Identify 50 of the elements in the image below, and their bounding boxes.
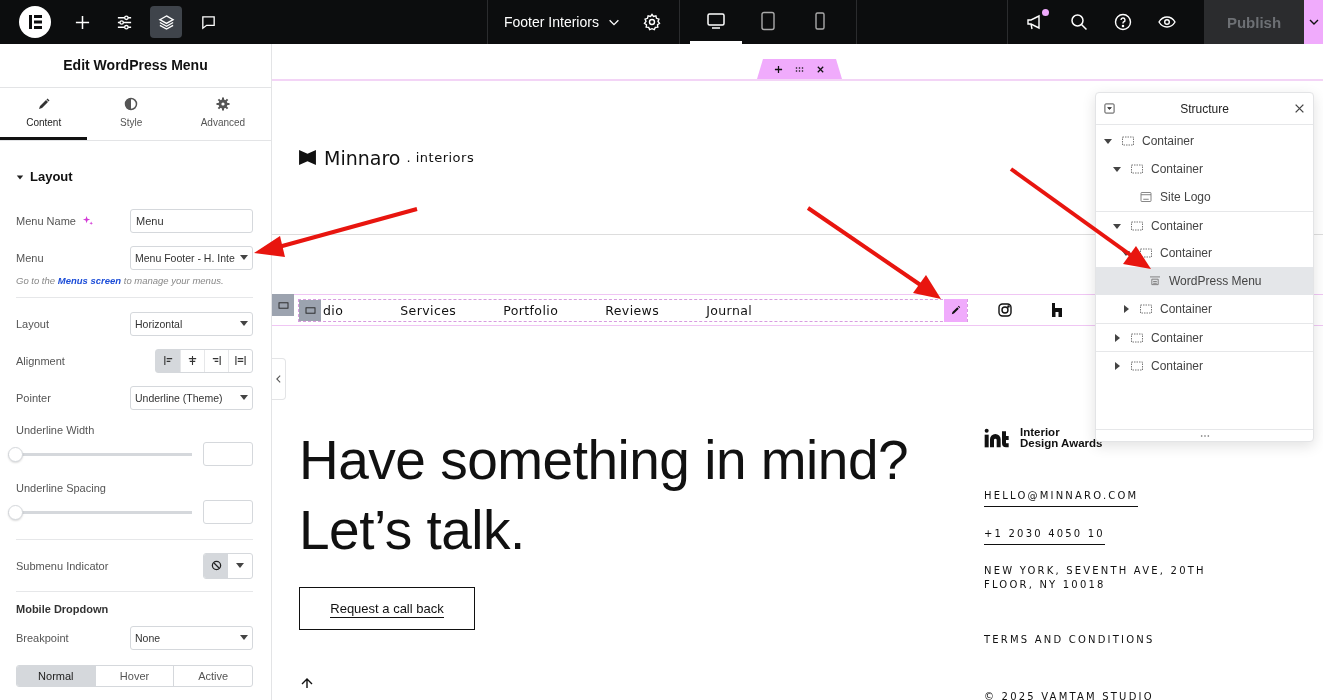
field-label: Underline Spacing xyxy=(16,482,107,494)
tree-item[interactable]: Site Logo xyxy=(1096,183,1313,211)
section-header[interactable]: Layout xyxy=(16,169,73,184)
nav-link[interactable]: Services xyxy=(400,302,457,318)
tree-item[interactable]: Container xyxy=(1096,295,1313,323)
nav-link[interactable]: Portfolio xyxy=(503,302,559,318)
brand-name: Minnaro xyxy=(324,146,401,169)
award-name: Interior Design Awards xyxy=(1020,427,1103,449)
menus-link[interactable]: Menus screen xyxy=(57,274,122,286)
field-label: Menu Name xyxy=(16,214,76,227)
tree-item[interactable]: Container xyxy=(1096,351,1313,379)
phone-link[interactable]: +1 2030 4050 10 xyxy=(984,528,1105,545)
state-tab[interactable]: Normal xyxy=(17,665,95,686)
field-label: Menu xyxy=(16,251,44,264)
select-field[interactable]: Menu Footer - H. Inte xyxy=(130,245,253,270)
tree-item[interactable]: Container xyxy=(1096,155,1313,183)
select-field[interactable]: None xyxy=(130,625,253,650)
brand-suffix: . interiors xyxy=(406,150,475,165)
address-text: NEW YORK, SEVENTH AVE, 20TH FLOOR, NY 10018 xyxy=(984,564,1206,592)
advanced-tab[interactable]: Advanced xyxy=(174,88,271,140)
state-tab[interactable]: Hover xyxy=(94,665,174,686)
select-field[interactable]: Underline (Theme) xyxy=(130,385,253,410)
field-label: Pointer xyxy=(16,391,51,404)
document-title[interactable]: Footer Interiors xyxy=(504,14,599,30)
menu-name-field[interactable]: Menu xyxy=(130,208,253,233)
tree-item[interactable]: WordPress Menu xyxy=(1096,267,1313,295)
field-label: Breakpoint xyxy=(16,631,69,644)
nav-link[interactable]: Reviews xyxy=(605,302,660,318)
field-label: Submenu Indicator xyxy=(16,559,109,572)
subsection-heading: Mobile Dropdown xyxy=(16,603,109,615)
headline: Have something in mind? Let’s talk. xyxy=(299,428,910,563)
request-call-button[interactable]: Request a call back xyxy=(299,587,475,630)
field-label: Alignment xyxy=(16,354,65,367)
copyright-text: © 2025 VAMTAM STUDIO xyxy=(984,691,1154,700)
style-tab[interactable]: Style xyxy=(87,88,175,140)
state-tab[interactable]: Active xyxy=(173,665,252,686)
field-label: Underline Width xyxy=(16,424,96,436)
nav-link[interactable]: Journal xyxy=(706,302,753,318)
tree-item[interactable]: Container xyxy=(1096,127,1313,155)
terms-link[interactable]: TERMS AND CONDITIONS xyxy=(984,634,1155,645)
content-tab[interactable]: Content xyxy=(0,88,88,140)
tree-item[interactable]: Container xyxy=(1096,323,1313,351)
help-text: Go to the Menus screen to manage your menus. xyxy=(16,274,224,286)
select-field[interactable]: Horizontal xyxy=(130,311,253,336)
nav-link[interactable]: dio xyxy=(323,302,344,318)
tree-item[interactable]: Container xyxy=(1096,211,1313,239)
structure-title: Structure xyxy=(1179,101,1230,116)
field-label: Layout xyxy=(16,317,50,330)
email-link[interactable]: HELLO@MINNARO.COM xyxy=(984,490,1139,507)
panel-title: Edit WordPress Menu xyxy=(0,44,271,88)
